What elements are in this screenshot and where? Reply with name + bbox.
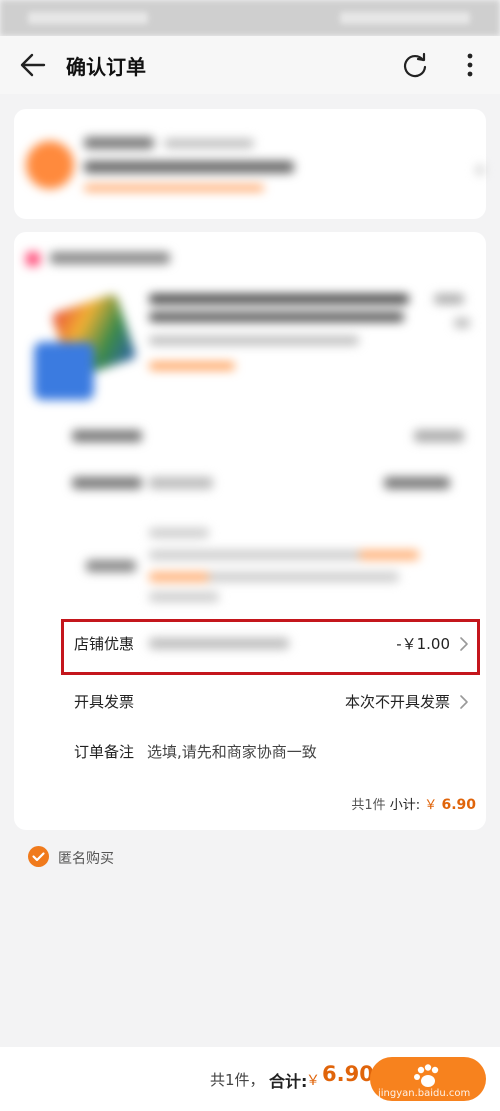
service-title xyxy=(149,528,209,538)
address-card[interactable] xyxy=(14,109,486,219)
order-note-label: 订单备注 xyxy=(74,743,135,761)
more-options-icon[interactable] xyxy=(458,51,482,79)
checkout-bar: 共1件， 合计: ￥ 6.90 xyxy=(0,1047,500,1111)
watermark-url: jingyan.baidu.com xyxy=(378,1088,471,1099)
delivery-value[interactable] xyxy=(384,477,450,489)
order-subtotal: 共1件 小计: ￥ 6.90 xyxy=(351,794,476,813)
product-tag xyxy=(149,362,235,370)
total-count: 共1件， xyxy=(210,1071,265,1089)
back-arrow-icon[interactable] xyxy=(18,50,48,80)
subtotal-currency: ￥ xyxy=(424,798,438,813)
product-qty xyxy=(454,318,470,328)
order-card: 店铺优惠 -￥1.00 开具发票 本次不开具发票 订单备注 选填,请先和商家协商… xyxy=(14,232,486,830)
address-chevron-icon xyxy=(476,165,484,175)
service-highlight xyxy=(359,550,419,560)
address-tag xyxy=(84,185,264,191)
refresh-icon[interactable] xyxy=(401,51,429,79)
total-currency: ￥ xyxy=(306,1073,320,1089)
highlight-annotation xyxy=(61,619,480,675)
subtotal-amount: 6.90 xyxy=(441,797,476,813)
page-title: 确认订单 xyxy=(66,55,146,79)
delivery-note xyxy=(149,477,213,489)
status-bar xyxy=(0,0,500,36)
product-price xyxy=(434,294,464,304)
check-icon[interactable] xyxy=(28,846,49,867)
address-detail xyxy=(84,161,294,173)
chevron-right-icon xyxy=(460,695,468,709)
address-avatar xyxy=(26,141,74,189)
product-spec xyxy=(149,336,359,345)
product-title xyxy=(149,294,409,304)
order-note-input[interactable]: 选填,请先和商家协商一致 xyxy=(147,741,317,762)
invoice-value: 本次不开具发票 xyxy=(344,693,450,711)
subtotal-label: 小计: xyxy=(389,798,421,813)
subtotal-count: 共1件 xyxy=(351,798,386,813)
total-amount: 6.90 xyxy=(322,1062,374,1086)
total-label: 合计: xyxy=(269,1072,308,1091)
service-highlight-2 xyxy=(149,572,209,582)
invoice-label: 开具发票 xyxy=(74,693,135,711)
service-label xyxy=(86,560,136,572)
quantity-label xyxy=(72,430,142,442)
store-icon xyxy=(26,252,40,266)
store-name xyxy=(50,252,170,264)
page-header: 确认订单 xyxy=(0,36,500,94)
delivery-label xyxy=(72,477,142,489)
status-time xyxy=(28,12,148,24)
product-thumbnail[interactable] xyxy=(34,293,137,400)
anonymous-label: 匿名购买 xyxy=(58,851,114,867)
product-title-line2 xyxy=(149,312,404,322)
address-name xyxy=(84,137,154,149)
invoice-row[interactable]: 开具发票 本次不开具发票 xyxy=(14,679,486,723)
service-desc-line3 xyxy=(149,592,219,602)
address-phone xyxy=(164,139,254,148)
quantity-stepper[interactable] xyxy=(414,430,464,442)
order-note-row: 订单备注 选填,请先和商家协商一致 xyxy=(14,729,486,773)
status-icons xyxy=(340,12,470,24)
